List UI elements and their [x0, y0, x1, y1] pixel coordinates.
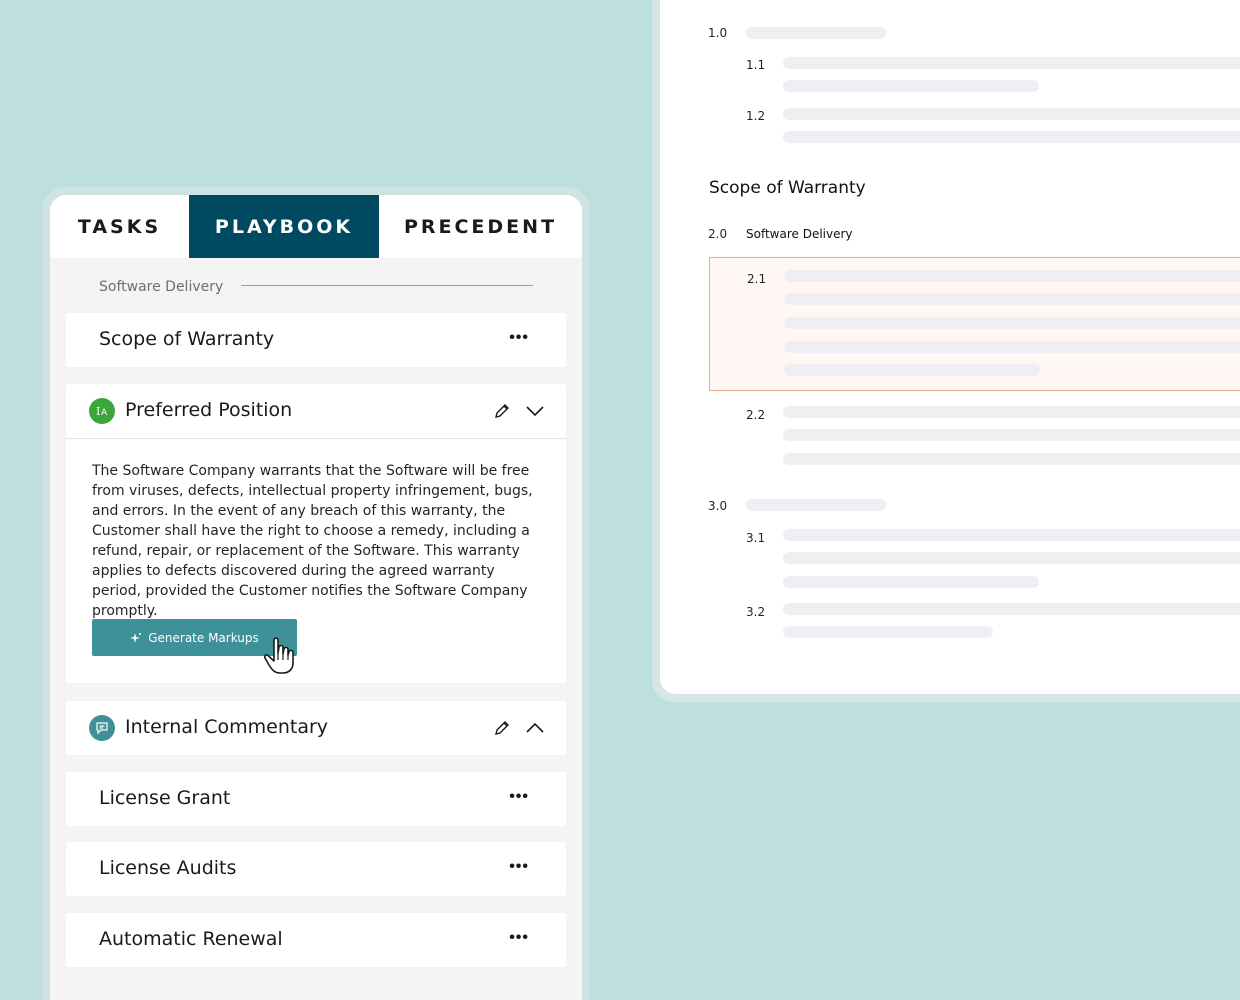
- chevron-down-icon[interactable]: [524, 400, 546, 422]
- card-title: License Audits: [99, 857, 237, 879]
- document-heading: Scope of Warranty: [709, 178, 866, 198]
- placeholder-line: [783, 453, 1240, 465]
- placeholder-line: [784, 364, 1040, 376]
- svg-text:A: A: [101, 408, 108, 418]
- clause-card-license-audits[interactable]: License Audits •••: [66, 842, 566, 896]
- card-title: Internal Commentary: [125, 716, 329, 738]
- placeholder-line: [783, 576, 1039, 588]
- card-title: License Grant: [99, 787, 231, 809]
- card-divider: [66, 438, 566, 439]
- clause-card-automatic-renewal[interactable]: Automatic Renewal •••: [66, 913, 566, 967]
- more-options-icon[interactable]: •••: [509, 929, 529, 947]
- chevron-up-icon[interactable]: [524, 717, 546, 739]
- more-options-icon[interactable]: •••: [509, 329, 529, 347]
- placeholder-line: [783, 552, 1240, 564]
- card-title: Preferred Position: [125, 399, 293, 421]
- section-divider: [241, 285, 533, 286]
- placeholder-line: [783, 80, 1039, 92]
- placeholder-line: [783, 108, 1240, 120]
- placeholder-line: [784, 341, 1240, 353]
- svg-text:I: I: [96, 405, 100, 418]
- tab-playbook[interactable]: PLAYBOOK: [189, 195, 379, 258]
- placeholder-line: [783, 131, 1240, 143]
- tab-precedent[interactable]: PRECEDENT: [379, 195, 582, 258]
- subsection-number: 3.2: [746, 605, 766, 619]
- clause-card-license-grant[interactable]: License Grant •••: [66, 772, 566, 826]
- clause-card-scope[interactable]: Scope of Warranty •••: [66, 313, 566, 367]
- placeholder-line: [784, 317, 1240, 329]
- playbook-panel: TASKS PLAYBOOK PRECEDENT Software Delive…: [50, 195, 582, 1000]
- document-subheading: Software Delivery: [746, 227, 853, 241]
- pencil-icon[interactable]: [491, 717, 513, 739]
- section-number: 2.0: [708, 227, 728, 241]
- placeholder-line: [784, 270, 1240, 282]
- section-number: 1.0: [708, 26, 728, 40]
- section-label: Software Delivery: [99, 279, 224, 295]
- placeholder-line: [783, 57, 1240, 69]
- placeholder-line: [783, 603, 1240, 615]
- placeholder-line: [784, 293, 1240, 305]
- text-edit-icon: I A: [89, 398, 115, 424]
- placeholder-line: [783, 429, 1240, 441]
- placeholder-line: [783, 406, 1240, 418]
- document-view: 1.0 1.1 1.2 Scope of Warranty 2.0 Softwa…: [660, 0, 1240, 694]
- preferred-position-card: I A Preferred Position The Software Comp…: [66, 384, 566, 683]
- section-number: 3.0: [708, 499, 728, 513]
- placeholder-line: [783, 529, 1240, 541]
- subsection-number: 1.1: [746, 58, 766, 72]
- subsection-number: 2.1: [747, 272, 767, 286]
- more-options-icon[interactable]: •••: [509, 858, 529, 876]
- sparkle-icon: [130, 632, 142, 643]
- hand-cursor-icon: [262, 636, 298, 681]
- subsection-number: 1.2: [746, 109, 766, 123]
- pencil-icon[interactable]: [491, 400, 513, 422]
- more-options-icon[interactable]: •••: [509, 788, 529, 806]
- generate-markups-label: Generate Markups: [148, 630, 259, 645]
- internal-commentary-card[interactable]: Internal Commentary: [66, 701, 566, 755]
- tab-tasks[interactable]: TASKS: [50, 195, 189, 258]
- placeholder-line: [746, 499, 886, 511]
- placeholder-line: [783, 626, 993, 638]
- comment-icon: [89, 715, 115, 741]
- card-title: Automatic Renewal: [99, 928, 283, 950]
- placeholder-line: [746, 27, 886, 39]
- subsection-number: 3.1: [746, 531, 766, 545]
- tab-bar: TASKS PLAYBOOK PRECEDENT: [50, 195, 582, 258]
- card-title: Scope of Warranty: [99, 328, 275, 350]
- subsection-number: 2.2: [746, 408, 766, 422]
- preferred-position-text: The Software Company warrants that the S…: [92, 463, 533, 619]
